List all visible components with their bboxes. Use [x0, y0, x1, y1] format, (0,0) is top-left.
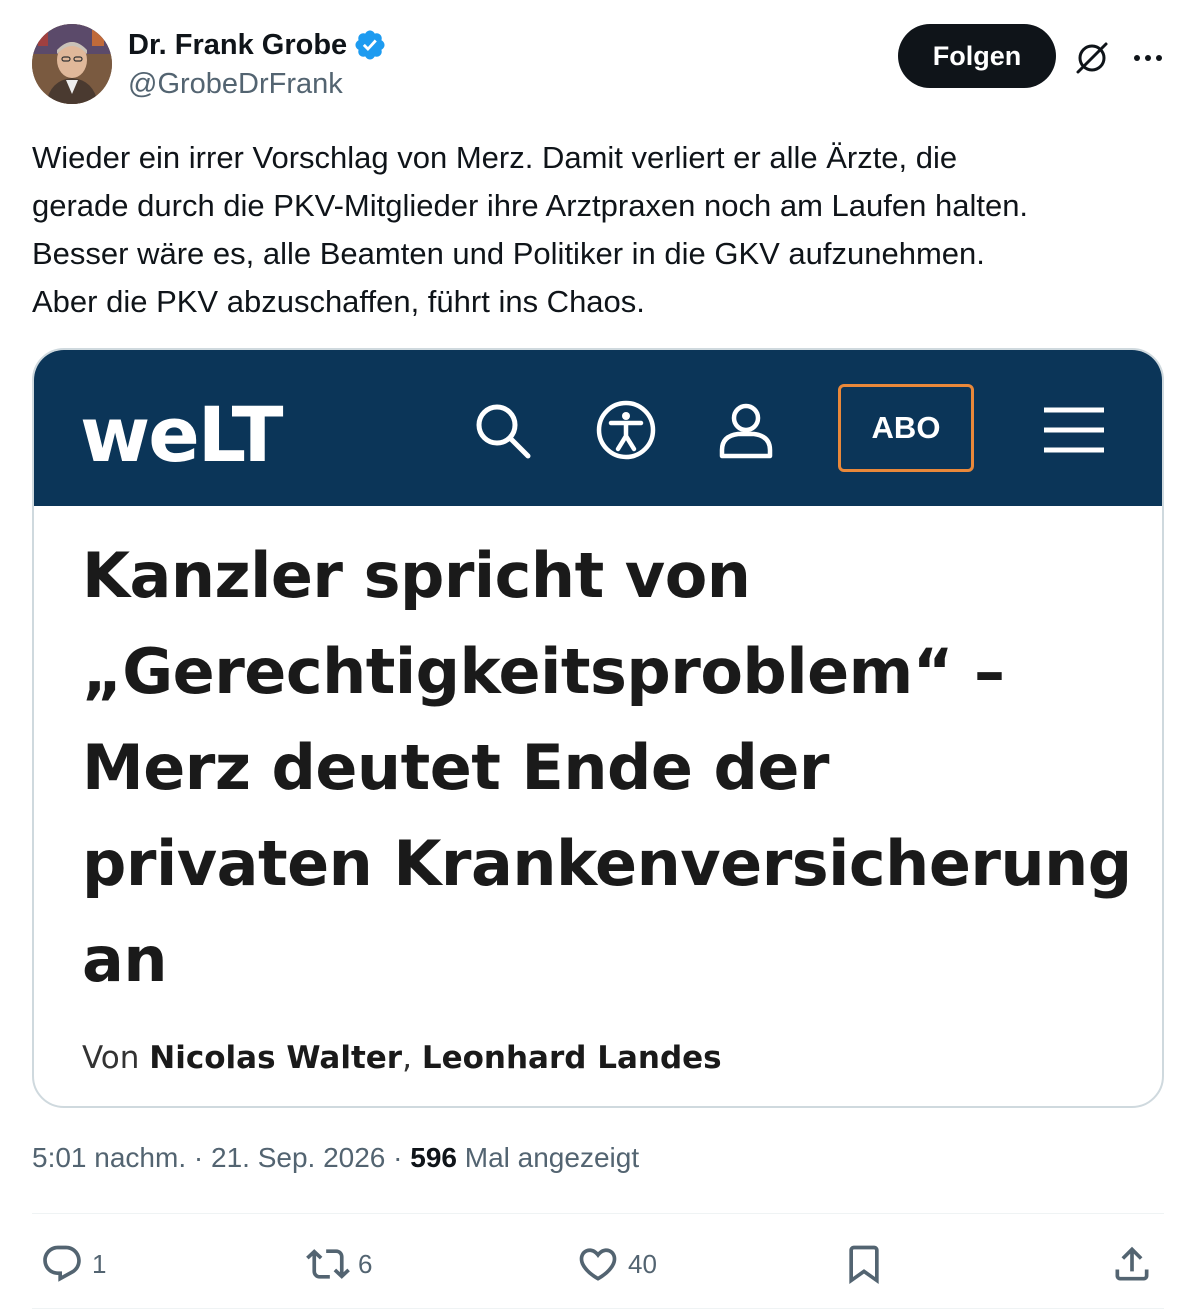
user-icon [719, 403, 773, 459]
share-button[interactable] [1110, 1236, 1154, 1292]
follow-button[interactable]: Folgen [898, 24, 1056, 88]
tweet-actions: 1 6 40 [32, 1236, 1164, 1292]
headline-line: privaten Krankenversicherung [82, 827, 1132, 900]
headline-line: „Gerechtigkeitsproblem“ – [82, 635, 1005, 708]
tweet-date[interactable]: 21. Sep. 2026 [211, 1142, 385, 1173]
tweet-text: Wieder ein irrer Vorschlag von Merz. Dam… [32, 134, 1172, 326]
tweet-header: Dr. Frank Grobe @GrobeDrFrank Folgen [32, 24, 1164, 108]
meta-separator: · [385, 1142, 411, 1173]
headline-line: Kanzler spricht von [82, 539, 751, 612]
view-count: 596 [410, 1142, 457, 1173]
welt-header-bar: weLT ABO [34, 350, 1162, 506]
views-label: Mal angezeigt [456, 1142, 640, 1173]
accessibility-icon [596, 400, 656, 460]
byline-author: Leonhard Landes [421, 1040, 722, 1076]
grok-icon[interactable] [1072, 38, 1112, 78]
article-headline: Kanzler spricht von „Gerechtigkeitsprobl… [82, 528, 1142, 1008]
divider [32, 1213, 1164, 1214]
verified-badge-icon [355, 30, 385, 60]
divider [32, 1308, 1164, 1309]
article-byline: Von Nicolas Walter, Leonhard Landes [82, 1040, 722, 1076]
reply-count: 1 [92, 1248, 107, 1279]
tweet-meta: 5:01 nachm. · 21. Sep. 2026 · 596 Mal an… [32, 1142, 639, 1174]
display-name[interactable]: Dr. Frank Grobe [128, 29, 347, 62]
repost-button[interactable]: 6 [306, 1236, 372, 1292]
heart-icon [579, 1248, 617, 1281]
bookmark-button[interactable] [842, 1236, 886, 1292]
tweet-text-line: gerade durch die PKV-Mitglieder ihre Arz… [32, 188, 1029, 223]
tweet-time[interactable]: 5:01 nachm. [32, 1142, 186, 1173]
avatar[interactable] [32, 24, 112, 104]
like-button[interactable]: 40 [576, 1236, 657, 1292]
tweet-text-line: Aber die PKV abzuschaffen, führt ins Cha… [32, 284, 645, 319]
meta-separator: · [186, 1142, 211, 1173]
headline-line: Merz deutet Ende der [82, 731, 830, 804]
byline-prefix: Von [82, 1040, 150, 1076]
byline-separator: , [402, 1040, 422, 1076]
tweet-text-line: Wieder ein irrer Vorschlag von Merz. Dam… [32, 140, 958, 175]
repost-icon [306, 1249, 350, 1279]
like-count: 40 [628, 1248, 657, 1279]
menu-icon [1044, 407, 1104, 453]
repost-count: 6 [358, 1248, 373, 1279]
welt-logo: weLT [80, 390, 283, 479]
search-icon [476, 404, 531, 459]
reply-icon [43, 1245, 81, 1282]
handle[interactable]: @GrobeDrFrank [128, 68, 343, 101]
bookmark-icon [849, 1245, 879, 1285]
more-icon[interactable] [1128, 38, 1168, 78]
tweet-text-line: Besser wäre es, alle Beamten und Politik… [32, 236, 985, 271]
reply-button[interactable]: 1 [40, 1236, 106, 1292]
tweet-media-image[interactable]: weLT ABO Kanzler spricht von „Gerechtigk… [32, 348, 1164, 1108]
share-icon [1115, 1246, 1149, 1281]
abo-button: ABO [838, 384, 974, 472]
headline-line: an [82, 923, 167, 996]
byline-author: Nicolas Walter [149, 1040, 403, 1076]
